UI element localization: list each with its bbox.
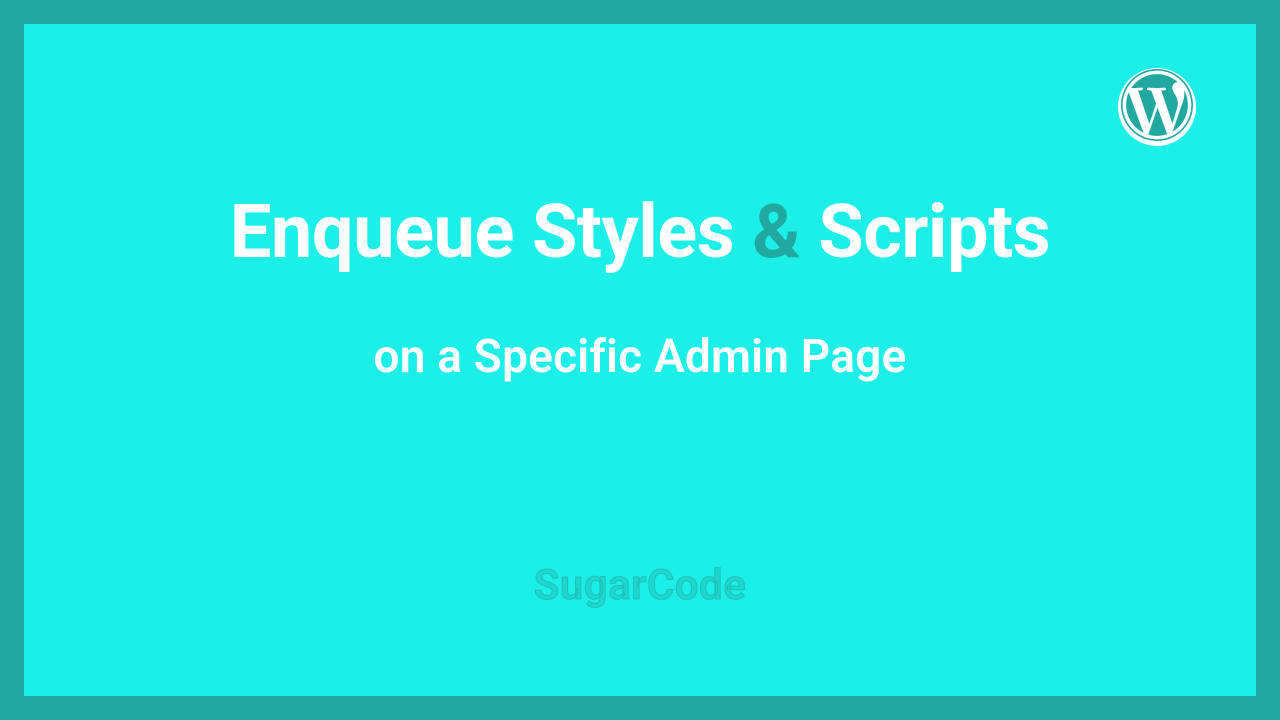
title-part1: Enqueue Styles — [230, 189, 752, 276]
slide-canvas: Enqueue Styles & Scripts on a Specific A… — [24, 24, 1256, 696]
wordpress-badge — [1118, 68, 1196, 146]
title-part2: Scripts — [800, 189, 1050, 276]
slide-subtitle: on a Specific Admin Page — [230, 330, 1050, 384]
title-block: Enqueue Styles & Scripts on a Specific A… — [230, 194, 1050, 384]
title-ampersand: & — [752, 189, 800, 276]
outer-frame: Enqueue Styles & Scripts on a Specific A… — [0, 0, 1280, 720]
brand-watermark: SugarCode — [24, 561, 1256, 610]
slide-title: Enqueue Styles & Scripts — [230, 194, 1050, 272]
wordpress-icon — [1121, 69, 1193, 145]
